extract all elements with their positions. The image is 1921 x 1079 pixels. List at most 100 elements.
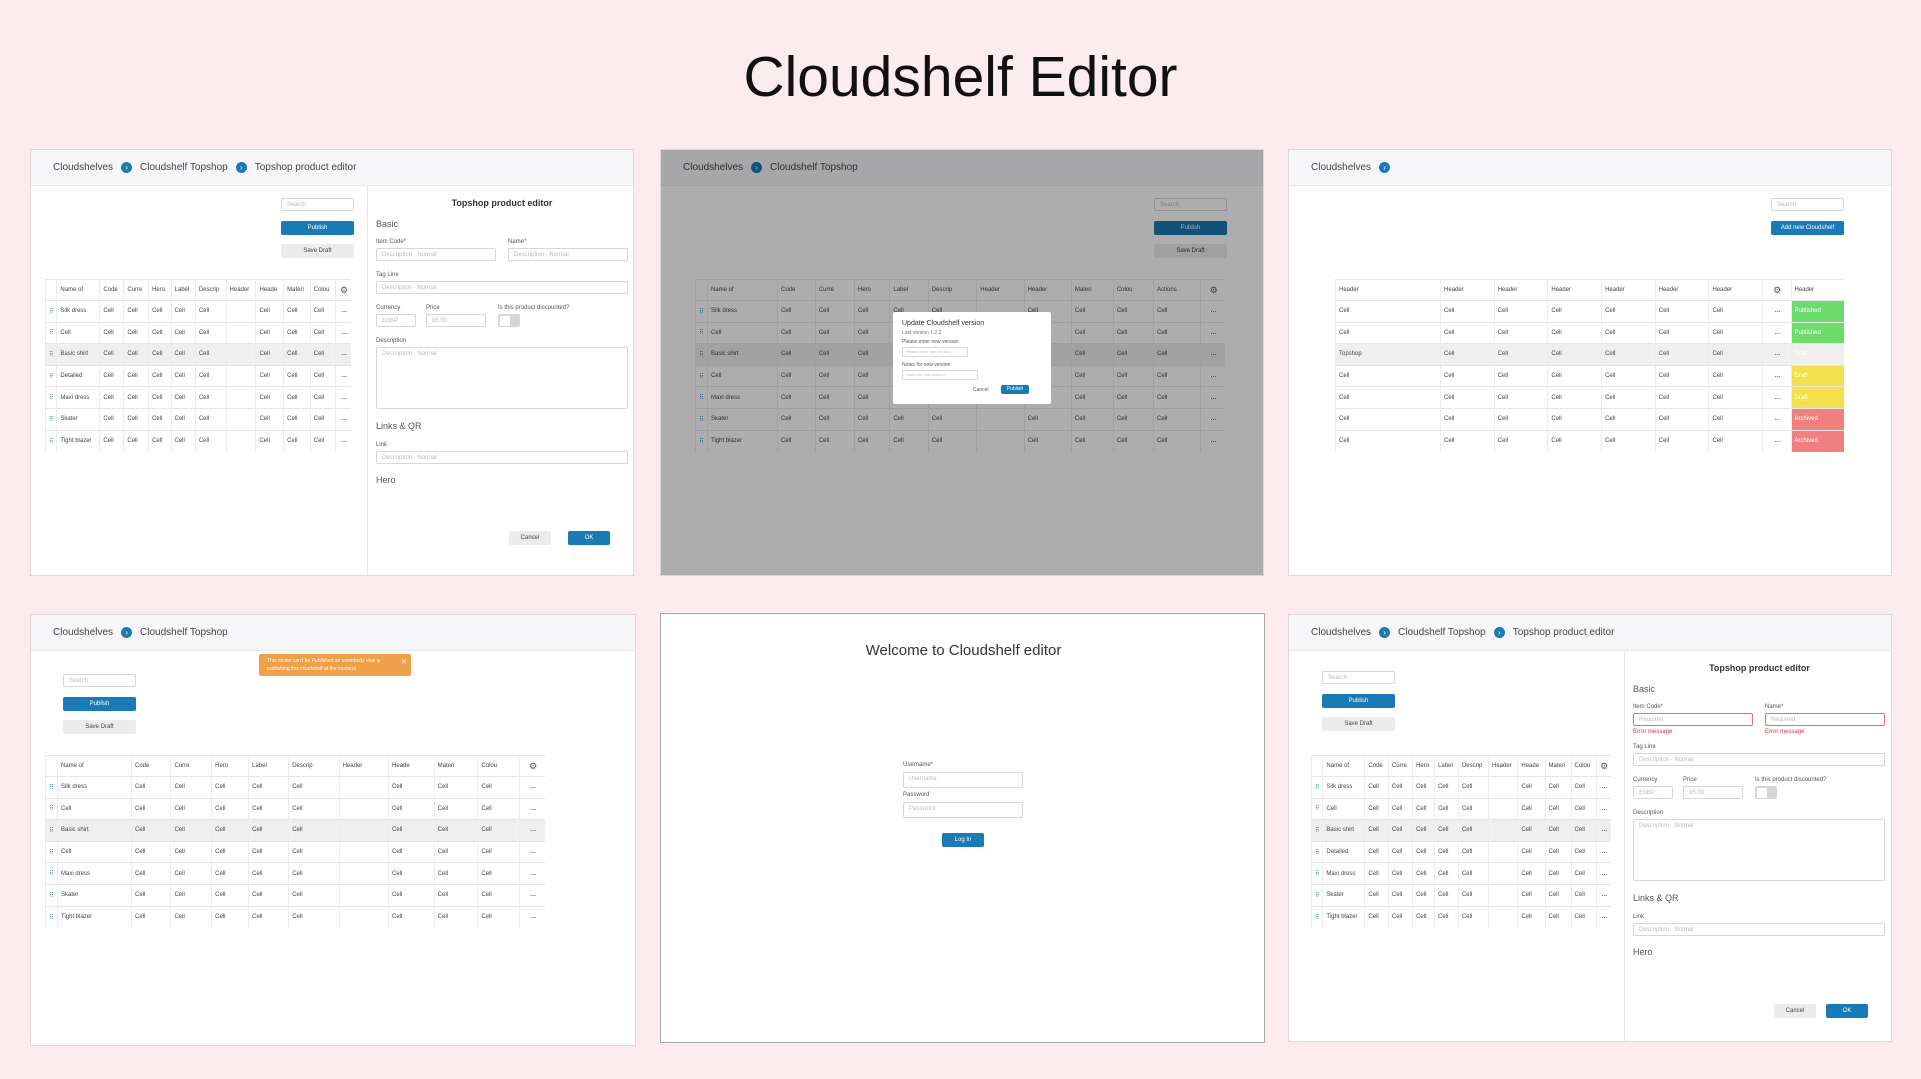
breadcrumb-cloudshelves[interactable]: Cloudshelves [53, 627, 113, 638]
drag-handle-icon[interactable]: ⠿ [45, 776, 58, 799]
table-row[interactable]: ⠿ Tight blazer Cell Cell Cell Cell Cell Cell Cel… [45, 905, 545, 928]
column-header-status[interactable]: Header [1790, 279, 1844, 301]
breadcrumb-cloudshelves[interactable]: Cloudshelves [1311, 627, 1371, 638]
more-actions-icon[interactable]: ··· [335, 407, 351, 431]
column-header[interactable]: Name of [57, 755, 132, 777]
column-header[interactable]: Materi [1544, 755, 1572, 777]
more-actions-icon[interactable]: ··· [1762, 429, 1791, 452]
more-actions-icon[interactable]: ··· [519, 819, 545, 842]
table-row[interactable]: Topshop Cell Cell Cell Cell Cell Cell ··· Draft [1335, 343, 1844, 366]
modal-cancel-button[interactable]: Cancel [973, 387, 989, 393]
drag-handle-icon[interactable]: ⠿ [44, 386, 57, 409]
drag-handle-icon[interactable]: ⠿ [1310, 905, 1323, 928]
more-actions-icon[interactable]: ··· [519, 905, 545, 928]
column-header[interactable]: Descrip [194, 279, 227, 301]
table-row[interactable]: ⠿ Cell Cell Cell Cell Cell Cell Cell Cell Cell ··· [45, 840, 545, 863]
table-row[interactable]: ⠿ Skater Cell Cell Cell Cell Cell Cell Cell Cell ·… [1310, 883, 1611, 907]
table-row[interactable]: ⠿Basic shirtCellCellCellCellCellCellCell… [45, 819, 545, 842]
table-row[interactable]: ⠿Silk dressCellCellCellCellCellCellCellC… [45, 776, 545, 799]
drag-handle-icon[interactable]: ⠿ [44, 321, 57, 344]
discount-toggle[interactable] [498, 314, 520, 327]
table-row[interactable]: ⠿ Cell Cell Cell Cell Cell Cell Cell Cell Cell ··· [44, 321, 351, 344]
table-row[interactable]: ⠿Maxi dressCellCellCellCellCellCellCellC… [45, 862, 545, 885]
more-actions-icon[interactable]: ··· [1762, 300, 1791, 323]
table-row[interactable]: ⠿ Skater Cell Cell Cell Cell Cell Cell Cell Cell ·… [44, 407, 351, 431]
drag-handle-icon[interactable]: ⠿ [1310, 862, 1323, 885]
settings-gear-icon[interactable]: ⚙ [1762, 279, 1791, 301]
more-actions-icon[interactable]: ··· [1595, 862, 1611, 885]
more-actions-icon[interactable]: ··· [1595, 819, 1611, 842]
username-input[interactable]: Username [903, 772, 1023, 788]
settings-gear-icon[interactable]: ⚙ [1595, 755, 1611, 777]
column-header[interactable]: Header [1488, 755, 1518, 777]
price-input[interactable]: 85.00 [1683, 786, 1743, 799]
table-row[interactable]: Cell Cell Cell Cell Cell Cell Cell ··· Published [1335, 300, 1844, 323]
currency-select[interactable]: £GBP [1633, 786, 1673, 799]
more-actions-icon[interactable]: ··· [335, 321, 351, 344]
more-actions-icon[interactable]: ··· [1595, 776, 1611, 799]
column-header[interactable]: Header [225, 279, 256, 301]
column-header[interactable]: Label [1434, 755, 1459, 777]
more-actions-icon[interactable]: ··· [335, 364, 351, 387]
publish-button[interactable]: Publish [281, 221, 354, 235]
drag-handle-icon[interactable]: ⠿ [45, 862, 58, 885]
table-row[interactable]: Cell Cell Cell Cell Cell Cell Cell ··· Archived [1335, 429, 1844, 452]
drag-handle-icon[interactable]: ⠿ [1310, 819, 1323, 842]
table-row[interactable]: ⠿ Tight blazer Cell Cell Cell Cell Cell Cell Cel… [1310, 905, 1611, 928]
column-header[interactable]: Label [170, 279, 196, 301]
more-actions-icon[interactable]: ··· [1762, 407, 1791, 431]
column-header[interactable]: Header [1335, 279, 1441, 301]
currency-select[interactable]: £GBP [376, 314, 416, 327]
breadcrumb-cloudshelf-topshop[interactable]: Cloudshelf Topshop [1398, 627, 1486, 638]
column-header[interactable]: Hero [148, 279, 172, 301]
drag-handle-icon[interactable]: ⠿ [44, 343, 57, 366]
drag-handle-icon[interactable]: ⠿ [45, 797, 58, 820]
save-draft-button[interactable]: Save Draft [281, 244, 354, 258]
drag-handle-icon[interactable]: ⠿ [44, 429, 57, 452]
more-actions-icon[interactable]: ··· [1595, 905, 1611, 928]
description-textarea[interactable]: Description - Normal [1633, 819, 1885, 881]
drag-handle-icon[interactable]: ⠿ [44, 407, 57, 431]
item-code-input[interactable]: Required [1633, 713, 1753, 726]
more-actions-icon[interactable]: ··· [519, 840, 545, 863]
column-header[interactable]: Materi [283, 279, 311, 301]
name-input[interactable]: Description - Normal [508, 248, 628, 261]
more-actions-icon[interactable]: ··· [1762, 364, 1791, 387]
column-header[interactable]: Descrip [288, 755, 340, 777]
drag-handle-icon[interactable]: ⠿ [1310, 840, 1323, 863]
column-header[interactable]: Heade [1517, 755, 1546, 777]
table-row[interactable]: Cell Cell Cell Cell Cell Cell Cell ··· Published [1335, 321, 1844, 344]
discount-toggle[interactable] [1755, 786, 1777, 799]
search-input[interactable]: Search [1771, 198, 1844, 211]
settings-gear-icon[interactable]: ⚙ [335, 279, 351, 301]
publish-button[interactable]: Publish [63, 697, 136, 711]
ok-button[interactable]: OK [1826, 1004, 1868, 1018]
drag-handle-icon[interactable]: ⠿ [1310, 883, 1323, 907]
more-actions-icon[interactable]: ··· [519, 797, 545, 820]
column-header[interactable]: Header [1654, 279, 1709, 301]
drag-handle-icon[interactable]: ⠿ [45, 840, 58, 863]
ok-button[interactable]: OK [568, 531, 610, 545]
column-header[interactable]: Header [1708, 279, 1763, 301]
notes-input[interactable]: Notes for new version [902, 370, 978, 380]
table-row[interactable]: ⠿ Tight blazer Cell Cell Cell Cell Cell Cell Cel… [44, 429, 351, 452]
drag-handle-icon[interactable]: ⠿ [1310, 797, 1323, 820]
table-row[interactable]: ⠿Silk dressCellCellCellCellCellCellCellC… [1310, 776, 1611, 799]
column-header[interactable]: Code [1364, 755, 1389, 777]
table-row[interactable]: ⠿ Detailed Cell Cell Cell Cell Cell Cell Cell Cel… [1310, 840, 1611, 863]
table-row[interactable]: ⠿ Skater Cell Cell Cell Cell Cell Cell Cell Cell ·… [45, 883, 545, 907]
login-button[interactable]: Log In [942, 833, 984, 847]
search-input[interactable]: Search [63, 674, 136, 687]
column-header[interactable]: Code [130, 755, 171, 777]
more-actions-icon[interactable]: ··· [335, 386, 351, 409]
column-header[interactable]: Descrip [1457, 755, 1489, 777]
drag-handle-icon[interactable]: ⠿ [1310, 776, 1323, 799]
drag-handle-icon[interactable]: ⠿ [44, 364, 57, 387]
table-row[interactable]: Cell Cell Cell Cell Cell Cell Cell ··· Archived [1335, 407, 1844, 431]
link-input[interactable]: Description - Normal [376, 451, 628, 464]
more-actions-icon[interactable]: ··· [1595, 883, 1611, 907]
breadcrumb-product-editor[interactable]: Topshop product editor [255, 162, 357, 173]
table-row[interactable]: ⠿ Cell Cell Cell Cell Cell Cell Cell Cell Cell ··· [45, 797, 545, 820]
table-row[interactable]: Cell Cell Cell Cell Cell Cell Cell ··· Draft [1335, 364, 1844, 387]
column-header[interactable]: Header [1493, 279, 1548, 301]
